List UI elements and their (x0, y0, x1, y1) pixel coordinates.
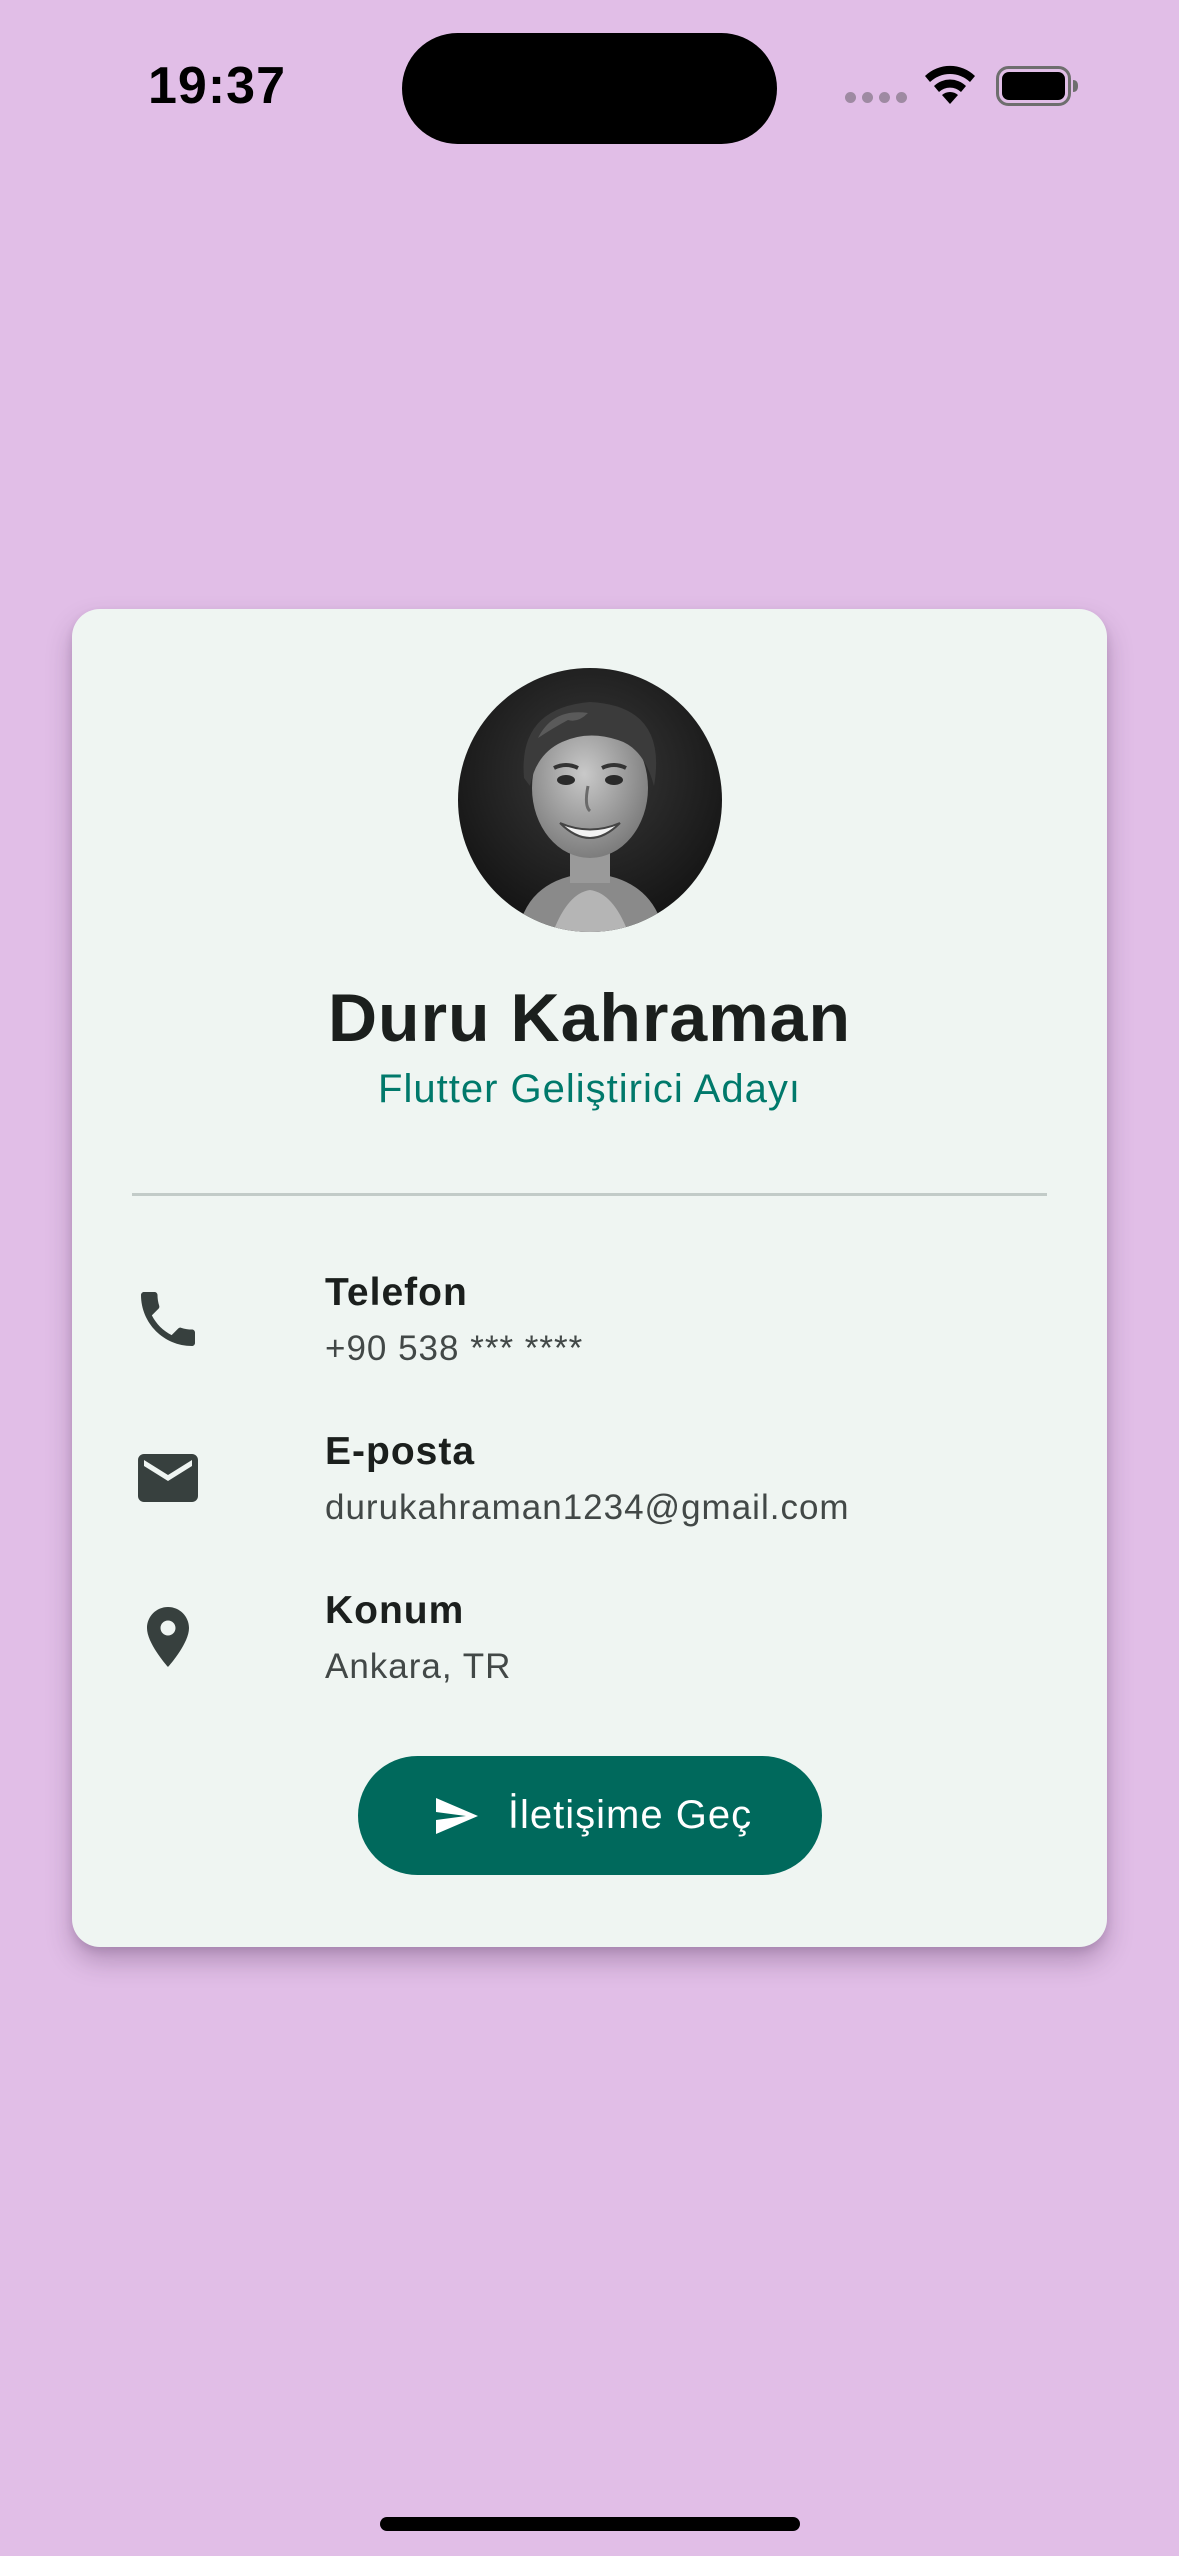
phone-label: Telefon (325, 1271, 468, 1314)
profile-card: Duru Kahraman Flutter Geliştirici Adayı … (72, 609, 1107, 1947)
contact-button[interactable]: İletişime Geç (358, 1756, 822, 1875)
avatar (458, 668, 722, 932)
wifi-icon (925, 65, 975, 104)
location-label: Konum (325, 1589, 465, 1632)
email-label: E-posta (325, 1430, 476, 1473)
send-icon (435, 1797, 478, 1834)
location-value: Ankara, TR (325, 1647, 512, 1686)
profile-role: Flutter Geliştirici Adayı (378, 1067, 801, 1111)
battery-icon (996, 66, 1078, 106)
contact-button-label: İletişime Geç (507, 1793, 753, 1837)
divider (132, 1193, 1047, 1196)
cellular-signal-icon (845, 92, 907, 103)
contact-row-phone[interactable]: Telefon +90 538 *** **** (132, 1271, 1047, 1391)
contact-row-email[interactable]: E-posta durukahraman1234@gmail.com (132, 1430, 1047, 1550)
dynamic-island (402, 33, 777, 144)
home-indicator[interactable] (380, 2517, 800, 2531)
location-pin-icon (147, 1607, 189, 1667)
phone-icon (141, 1292, 195, 1346)
phone-value: +90 538 *** **** (325, 1329, 584, 1368)
email-icon (138, 1454, 198, 1502)
status-time: 19:37 (148, 57, 286, 115)
contact-row-location[interactable]: Konum Ankara, TR (132, 1589, 1047, 1709)
email-value: durukahraman1234@gmail.com (325, 1488, 850, 1527)
profile-name: Duru Kahraman (327, 980, 852, 1056)
